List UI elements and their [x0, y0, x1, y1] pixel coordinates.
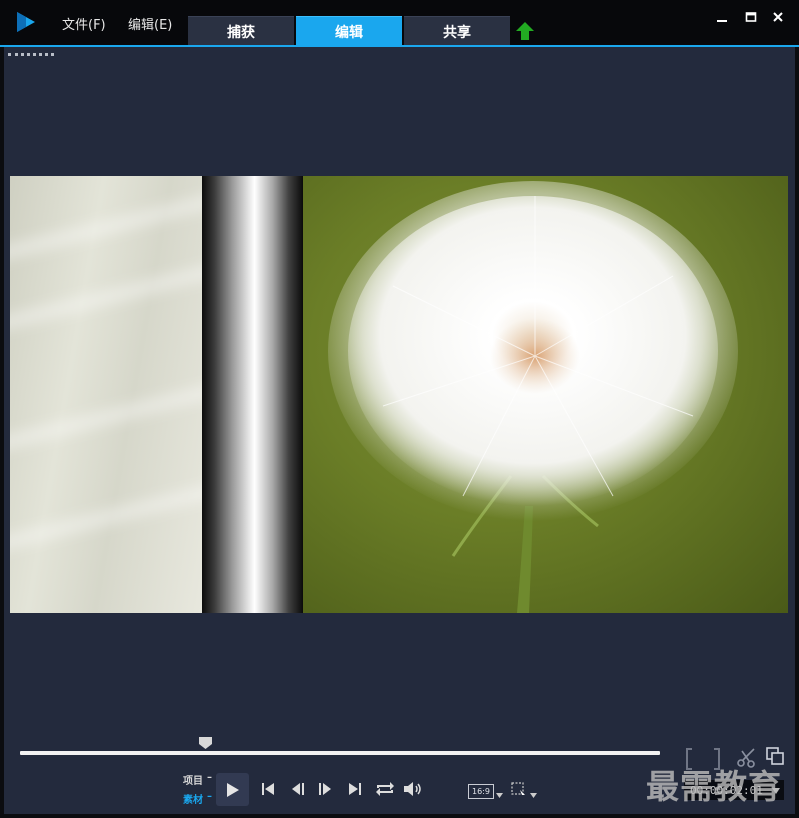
go-to-start-button[interactable] [259, 780, 277, 798]
dandelion-image [328, 181, 738, 613]
minimize-button[interactable] [713, 8, 731, 26]
app-logo-icon [17, 12, 35, 32]
scrubber-handle[interactable] [198, 736, 213, 750]
volume-button[interactable] [402, 779, 424, 799]
minimize-icon [717, 20, 727, 22]
close-button[interactable] [769, 8, 787, 26]
crop-icon[interactable] [511, 782, 527, 798]
repeat-button[interactable] [374, 779, 396, 799]
volume-icon [404, 782, 421, 796]
tab-edit[interactable]: 编辑 [296, 16, 402, 47]
menu-edit[interactable]: 编辑(E) [128, 14, 172, 33]
tab-share[interactable]: 共享 [404, 16, 510, 47]
prev-icon [262, 783, 274, 795]
panel-grip[interactable] [8, 53, 54, 56]
play-icon [226, 782, 239, 797]
watermark: 最需教育 [646, 767, 782, 806]
timeline-track[interactable] [20, 751, 660, 755]
preview-clip-dandelion [303, 176, 788, 613]
maximize-icon [745, 12, 757, 22]
step-forward-button[interactable] [316, 780, 334, 798]
step-back-button[interactable] [289, 780, 307, 798]
go-to-end-button[interactable] [346, 780, 364, 798]
upload-icon[interactable] [515, 21, 535, 41]
preview-window[interactable] [10, 176, 788, 613]
close-icon [773, 12, 783, 22]
step-forward-icon [319, 783, 331, 795]
next-icon [349, 783, 361, 795]
tab-capture[interactable]: 捕获 [188, 16, 294, 47]
repeat-icon [376, 782, 394, 796]
play-button[interactable] [216, 773, 249, 806]
project-mode-dash: – [207, 772, 212, 783]
transition-effect [202, 176, 303, 613]
clip-mode-label[interactable]: 素材 [183, 791, 203, 806]
dropdown-icon[interactable] [530, 793, 537, 798]
dropdown-icon[interactable] [496, 793, 503, 798]
project-mode-label[interactable]: 项目 [183, 772, 203, 787]
title-bar: 文件(F) 编辑(E) 捕获 编辑 共享 [0, 0, 799, 47]
menu-file[interactable]: 文件(F) [62, 14, 106, 33]
preview-clip-left [10, 176, 249, 613]
maximize-button[interactable] [742, 8, 760, 26]
clip-mode-dash: – [207, 791, 212, 802]
aspect-ratio-button[interactable]: 16:9 [468, 784, 494, 799]
step-back-icon [292, 783, 304, 795]
